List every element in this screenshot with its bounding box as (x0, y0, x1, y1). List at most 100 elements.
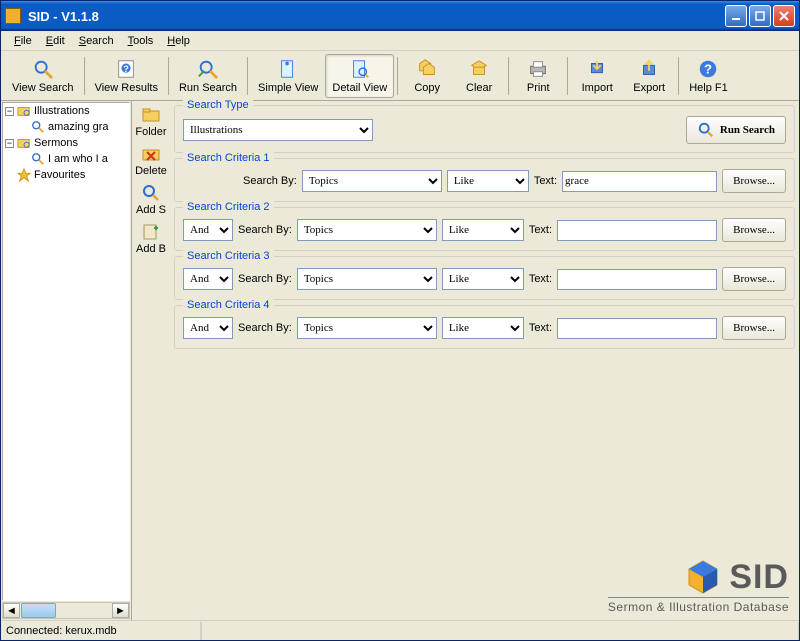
tree-view[interactable]: − Illustrations amazing gra − Sermons (2, 102, 130, 601)
search-type-select[interactable]: Illustrations (183, 119, 373, 141)
search-by-select-1[interactable]: Topics (302, 170, 442, 192)
match-select-3[interactable]: Like (442, 268, 524, 290)
window-title: SID - V1.1.8 (26, 9, 723, 24)
text-label: Text: (529, 322, 552, 334)
logic-select-4[interactable]: And (183, 317, 233, 339)
sid-logo-icon (683, 557, 723, 597)
print-icon (527, 58, 549, 80)
logic-select-2[interactable]: And (183, 219, 233, 241)
menu-file[interactable]: File (7, 33, 39, 49)
search-by-select-3[interactable]: Topics (297, 268, 437, 290)
collapse-icon[interactable]: − (5, 107, 14, 116)
add-book-icon (141, 222, 161, 242)
tree-label: Illustrations (34, 105, 90, 117)
run-search-button[interactable]: Run Search (172, 54, 244, 98)
search-by-label: Search By: (238, 273, 292, 285)
search-type-group: Search Type Illustrations Run Search (174, 105, 795, 153)
browse-button-4[interactable]: Browse... (722, 316, 786, 340)
toolbar-label: Detail View (332, 82, 387, 94)
menubar: File Edit Search Tools Help (1, 31, 799, 51)
svg-text:?: ? (705, 61, 713, 76)
tree-label: I am who I a (48, 153, 108, 165)
folder-icon (141, 105, 161, 125)
tree-label: Sermons (34, 137, 78, 149)
group-title: Search Criteria 3 (183, 250, 274, 262)
view-search-button[interactable]: View Search (5, 54, 81, 98)
delete-icon (141, 144, 161, 164)
match-select-1[interactable]: Like (447, 170, 529, 192)
delete-button[interactable]: Delete (133, 144, 169, 177)
mini-label: Folder (135, 126, 166, 138)
toolbar-label: Simple View (258, 82, 318, 94)
print-button[interactable]: Print (512, 54, 564, 98)
help-button[interactable]: ? Help F1 (682, 54, 735, 98)
search-by-label: Search By: (243, 175, 297, 187)
search-by-select-4[interactable]: Topics (297, 317, 437, 339)
toolbar-label: Run Search (179, 82, 237, 94)
view-results-button[interactable]: ? View Results (88, 54, 165, 98)
menu-edit[interactable]: Edit (39, 33, 72, 49)
scroll-left-button[interactable]: ◄ (3, 603, 20, 618)
simple-view-icon (277, 58, 299, 80)
clear-icon (468, 58, 490, 80)
tree-label: Favourites (34, 169, 85, 181)
group-title: Search Criteria 1 (183, 152, 274, 164)
search-icon (32, 58, 54, 80)
tree-node-illustrations-child[interactable]: amazing gra (3, 119, 129, 135)
toolbar-label: Print (527, 82, 550, 94)
mini-label: Add S (136, 204, 166, 216)
run-search-icon (197, 58, 219, 80)
menu-help[interactable]: Help (160, 33, 197, 49)
search-criteria-2: Search Criteria 2 And Search By: Topics … (174, 207, 795, 251)
add-search-button[interactable]: Add S (133, 183, 169, 216)
add-bookmark-button[interactable]: Add B (133, 222, 169, 255)
toolbar-label: Help F1 (689, 82, 728, 94)
tree-node-sermons-child[interactable]: I am who I a (3, 151, 129, 167)
browse-button-1[interactable]: Browse... (722, 169, 786, 193)
collapse-icon[interactable]: − (5, 139, 14, 148)
clear-button[interactable]: Clear (453, 54, 505, 98)
tree-node-sermons[interactable]: − Sermons (3, 135, 129, 151)
text-label: Text: (529, 224, 552, 236)
maximize-button[interactable] (749, 5, 771, 27)
folder-search-icon (17, 136, 31, 150)
text-label: Text: (529, 273, 552, 285)
search-criteria-3: Search Criteria 3 And Search By: Topics … (174, 256, 795, 300)
svg-text:?: ? (123, 63, 129, 73)
menu-search[interactable]: Search (72, 33, 121, 49)
logic-select-3[interactable]: And (183, 268, 233, 290)
simple-view-button[interactable]: Simple View (251, 54, 325, 98)
text-input-4[interactable] (557, 318, 717, 339)
tree-node-favourites[interactable]: Favourites (3, 167, 129, 183)
toolbar-label: Export (633, 82, 665, 94)
text-input-1[interactable] (562, 171, 717, 192)
scroll-right-button[interactable]: ► (112, 603, 129, 618)
detail-view-icon (349, 58, 371, 80)
search-by-select-2[interactable]: Topics (297, 219, 437, 241)
copy-button[interactable]: Copy (401, 54, 453, 98)
tree-label: amazing gra (48, 121, 109, 133)
browse-button-3[interactable]: Browse... (722, 267, 786, 291)
match-select-2[interactable]: Like (442, 219, 524, 241)
toolbar-label: Clear (466, 82, 492, 94)
toolbar-label: View Results (95, 82, 158, 94)
minimize-button[interactable] (725, 5, 747, 27)
import-button[interactable]: Import (571, 54, 623, 98)
scroll-thumb[interactable] (21, 603, 56, 618)
toolbar-label: View Search (12, 82, 74, 94)
browse-button-2[interactable]: Browse... (722, 218, 786, 242)
close-button[interactable] (773, 5, 795, 27)
run-search-button-main[interactable]: Run Search (686, 116, 786, 144)
text-input-3[interactable] (557, 269, 717, 290)
detail-view-button[interactable]: Detail View (325, 54, 394, 98)
group-title: Search Criteria 4 (183, 299, 274, 311)
text-input-2[interactable] (557, 220, 717, 241)
horizontal-scrollbar[interactable]: ◄ ► (2, 602, 130, 619)
menu-tools[interactable]: Tools (121, 33, 161, 49)
tree-node-illustrations[interactable]: − Illustrations (3, 103, 129, 119)
app-icon (5, 8, 21, 24)
export-button[interactable]: Export (623, 54, 675, 98)
folder-button[interactable]: Folder (133, 105, 169, 138)
text-label: Text: (534, 175, 557, 187)
match-select-4[interactable]: Like (442, 317, 524, 339)
